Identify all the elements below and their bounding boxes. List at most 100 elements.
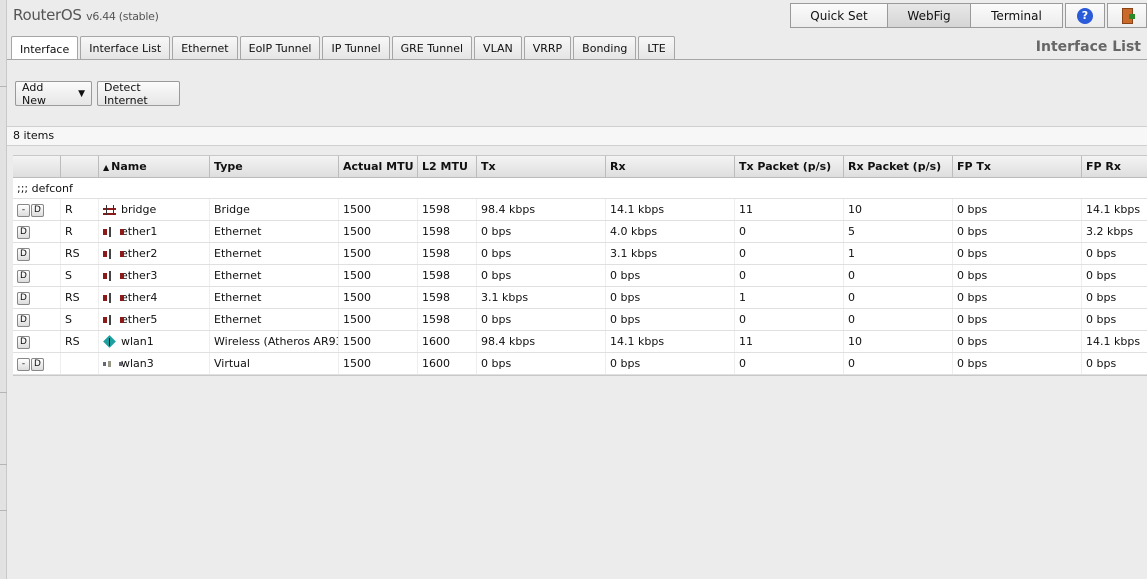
detail-button[interactable]: D	[17, 247, 30, 261]
l2mtu-cell: 1598	[418, 221, 477, 242]
table-row[interactable]: D Sether5 Ethernet 1500 1598 0 bps 0 bps 0 0 0 bp…	[13, 309, 1147, 331]
help-button[interactable]: ?	[1065, 3, 1105, 28]
fptx-cell: 0 bps	[953, 265, 1082, 286]
flags-cell: S	[61, 309, 99, 330]
mtu-cell: 1500	[339, 265, 418, 286]
txp-cell: 0	[735, 221, 844, 242]
tab-gre-tunnel[interactable]: GRE Tunnel	[391, 36, 473, 60]
mtu-cell: 1500	[339, 353, 418, 374]
detect-internet-button[interactable]: Detect Internet	[97, 81, 180, 107]
top-buttons: Quick Set WebFig Terminal ?	[790, 3, 1147, 28]
tab-bonding[interactable]: Bonding	[573, 36, 637, 60]
column-header-label: FP Rx	[1086, 160, 1121, 173]
tab-interface-list[interactable]: Interface List	[80, 36, 171, 60]
rx-cell: 0 bps	[606, 287, 735, 308]
ethernet-icon	[103, 249, 124, 259]
table-row[interactable]: D RS ether2 Ethernet 1500 1598 0 bps 3.1 kbps 0 1…	[13, 243, 1147, 265]
column-header-10[interactable]: FP Tx	[953, 156, 1082, 177]
item-count-bar: 8 items	[7, 126, 1147, 146]
disable-button[interactable]: -	[17, 357, 30, 371]
txp-cell: 0	[735, 265, 844, 286]
detail-button[interactable]: D	[17, 269, 30, 283]
left-edge-strip	[0, 0, 7, 579]
l2mtu-cell: 1598	[418, 243, 477, 264]
column-header-11[interactable]: FP Rx	[1082, 156, 1147, 177]
row-actions: D	[13, 287, 61, 308]
terminal-button[interactable]: Terminal	[970, 3, 1063, 28]
mtu-cell: 1500	[339, 243, 418, 264]
tab-vrrp[interactable]: VRRP	[523, 36, 572, 60]
wireless-icon	[103, 337, 116, 347]
column-header-4[interactable]: Actual MTU	[339, 156, 418, 177]
ethernet-icon	[103, 227, 124, 237]
ethernet-icon	[103, 315, 124, 325]
tab-ethernet[interactable]: Ethernet	[172, 36, 238, 60]
table-row[interactable]: D RS wlan1 Wireless (Atheros AR9300)1500160…	[13, 331, 1147, 353]
flags-cell: R	[61, 221, 99, 242]
rxp-cell: 5	[844, 221, 953, 242]
column-header-label: Rx Packet (p/s)	[848, 160, 942, 173]
column-header-8[interactable]: Tx Packet (p/s)	[735, 156, 844, 177]
virtual-icon	[103, 359, 122, 369]
webfig-button[interactable]: WebFig	[887, 3, 971, 28]
tab-lte[interactable]: LTE	[638, 36, 675, 60]
column-header-2[interactable]: ▲ Name	[99, 156, 210, 177]
column-header-9[interactable]: Rx Packet (p/s)	[844, 156, 953, 177]
tab-eoip-tunnel[interactable]: EoIP Tunnel	[239, 36, 321, 60]
table-row[interactable]: D RS ether4 Ethernet 1500 1598 3.1 kbps 0 bps 1 0…	[13, 287, 1147, 309]
column-header-5[interactable]: L2 MTU	[418, 156, 477, 177]
fprx-cell: 14.1 kbps	[1082, 199, 1147, 220]
detail-button[interactable]: D	[17, 335, 30, 349]
txp-cell: 1	[735, 287, 844, 308]
sort-asc-icon: ▲	[103, 163, 110, 172]
column-header-1[interactable]	[61, 156, 99, 177]
rxp-cell: 0	[844, 265, 953, 286]
tab-interface[interactable]: Interface	[11, 36, 79, 61]
tx-cell: 98.4 kbps	[477, 331, 606, 352]
logout-button[interactable]	[1107, 3, 1147, 28]
detail-button[interactable]: D	[17, 225, 30, 239]
type-cell: Ethernet	[210, 265, 339, 286]
column-header-7[interactable]: Rx	[606, 156, 735, 177]
detail-button[interactable]: D	[17, 291, 30, 305]
top-bar: RouterOS v6.44 (stable) Quick Set WebFig…	[7, 0, 1147, 33]
column-header-0[interactable]	[13, 156, 61, 177]
quick-set-button[interactable]: Quick Set	[790, 3, 888, 28]
table-row[interactable]: - Dwlan3 Virtual 1500 1600 0 bps 0 bps 0 0 0 bps 0…	[13, 353, 1147, 375]
fptx-cell: 0 bps	[953, 243, 1082, 264]
fptx-cell: 0 bps	[953, 199, 1082, 220]
row-actions: -D	[13, 199, 61, 220]
detail-button[interactable]: D	[31, 203, 44, 217]
tab-vlan[interactable]: VLAN	[474, 36, 522, 60]
tx-cell: 3.1 kbps	[477, 287, 606, 308]
column-header-6[interactable]: Tx	[477, 156, 606, 177]
interface-table: ▲ Name Type Actual MTU L2 MTU Tx Rx Tx Packet (…	[13, 155, 1147, 376]
flags-cell: RS	[61, 243, 99, 264]
dropdown-arrow-icon: ▼	[78, 88, 85, 99]
detail-button[interactable]: D	[17, 313, 30, 327]
txp-cell: 11	[735, 199, 844, 220]
rx-cell: 0 bps	[606, 353, 735, 374]
table-row[interactable]: - D Rbridge Bridge 1500 1598 98.4 kbps 14.1 kbp…	[13, 199, 1147, 221]
fprx-cell: 0 bps	[1082, 243, 1147, 264]
disable-button[interactable]: -	[17, 203, 30, 217]
table-row[interactable]: D Sether3 Ethernet 1500 1598 0 bps 0 bps 0 0 0 bp…	[13, 265, 1147, 287]
tx-cell: 0 bps	[477, 309, 606, 330]
content-area: Add New ▼ Detect Internet 8 items ▲ Name T…	[7, 59, 1147, 579]
flags-cell: RS	[61, 331, 99, 352]
logout-icon	[1121, 7, 1135, 24]
row-actions: D	[13, 265, 61, 286]
table-row[interactable]: D Rether1 Ethernet 1500 1598 0 bps 4.0 kbps 0 5 0…	[13, 221, 1147, 243]
tab-ip-tunnel[interactable]: IP Tunnel	[322, 36, 390, 60]
add-new-button[interactable]: Add New ▼	[15, 81, 92, 107]
interface-name: ether4	[121, 291, 158, 304]
fprx-cell: 0 bps	[1082, 287, 1147, 308]
flags-cell: R	[61, 199, 99, 220]
column-header-label: FP Tx	[957, 160, 992, 173]
tx-cell: 0 bps	[477, 221, 606, 242]
type-cell: Ethernet	[210, 309, 339, 330]
column-header-3[interactable]: Type	[210, 156, 339, 177]
rx-cell: 14.1 kbps	[606, 199, 735, 220]
rx-cell: 0 bps	[606, 265, 735, 286]
detail-button[interactable]: D	[31, 357, 44, 371]
